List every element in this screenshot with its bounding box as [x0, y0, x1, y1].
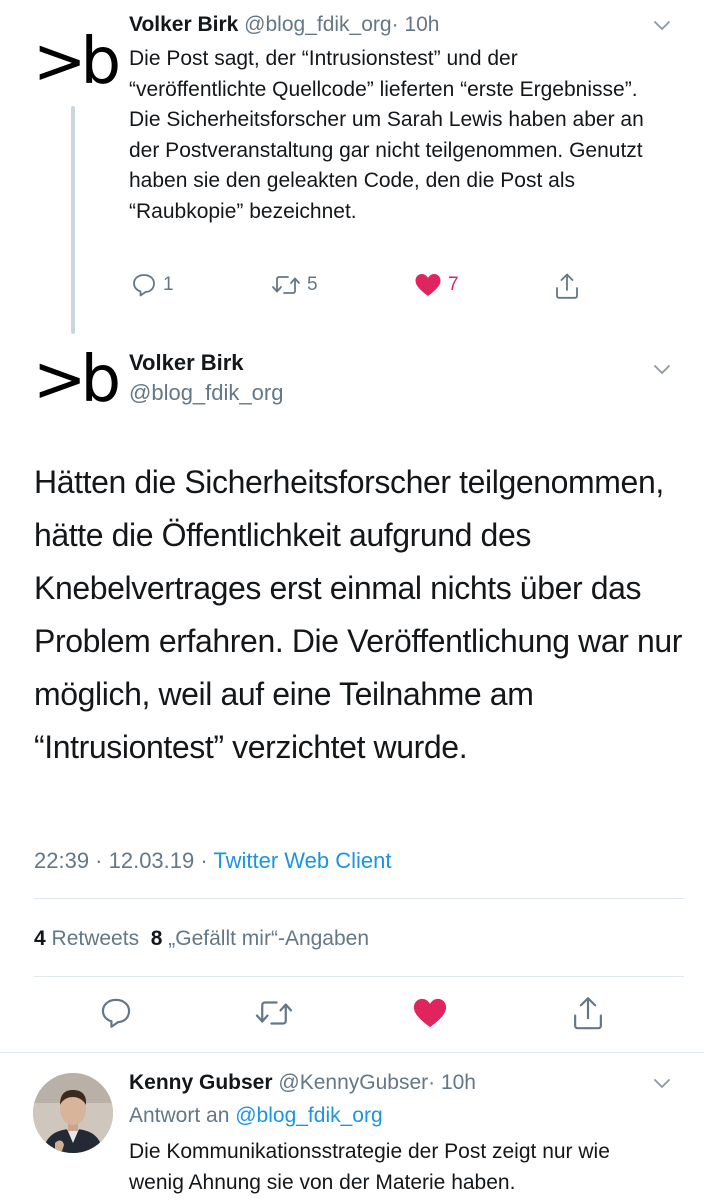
divider — [0, 1052, 704, 1053]
tweet-header: Volker Birk @blog_fdik_org· 10h — [129, 12, 439, 38]
author-name[interactable]: Volker Birk — [129, 350, 244, 376]
likes-count: 8 — [150, 927, 163, 950]
retweet-icon — [255, 1001, 293, 1025]
author-handle[interactable]: @blog_fdik_org — [244, 13, 391, 36]
retweet-count: 5 — [307, 274, 318, 295]
chevron-down-icon[interactable] — [653, 360, 671, 378]
tweet-text: Hätten die Sicherheitsforscher teilgenom… — [34, 464, 683, 765]
retweet-icon — [272, 276, 300, 294]
divider — [34, 976, 684, 977]
retweets-stat[interactable]: 4 Retweets — [34, 927, 139, 950]
avatar[interactable]: >b — [32, 22, 121, 102]
retweets-label: Retweets — [51, 927, 140, 950]
heart-icon — [415, 274, 441, 296]
divider — [34, 898, 684, 899]
reply-count: 1 — [163, 274, 174, 295]
reply-button[interactable]: 1 — [131, 272, 174, 298]
likes-label: „Gefällt mir“-Angaben — [168, 927, 370, 950]
reply-icon — [133, 274, 155, 297]
tweet-meta: 22:39 · 12.03.19 · Twitter Web Client — [34, 848, 392, 874]
tweet-time[interactable]: · 10h — [392, 13, 440, 36]
tweet-timestamp[interactable]: 22:39 · 12.03.19 · — [34, 848, 213, 873]
share-button[interactable] — [553, 272, 581, 300]
share-icon — [574, 997, 602, 1030]
share-icon — [556, 273, 578, 299]
chevron-down-icon[interactable] — [653, 16, 671, 34]
reply-icon — [101, 998, 131, 1028]
author-name[interactable]: Volker Birk — [129, 13, 238, 36]
share-button[interactable] — [568, 993, 608, 1033]
author-handle[interactable]: @blog_fdik_org — [129, 380, 283, 406]
avatar-logo-text: >b — [32, 25, 121, 99]
heart-icon — [413, 998, 447, 1028]
reply-prefix: Antwort an — [129, 1104, 236, 1127]
tweet-actions — [0, 993, 704, 1037]
reply-mention-link[interactable]: @blog_fdik_org — [235, 1104, 382, 1127]
avatar-logo-text: >b — [32, 343, 121, 417]
thread-line — [71, 106, 75, 334]
retweet-button[interactable] — [252, 993, 296, 1033]
reply-context: Antwort an @blog_fdik_org — [129, 1102, 383, 1130]
author-handle[interactable]: @KennyGubser — [278, 1071, 428, 1094]
likes-stat[interactable]: 8 „Gefällt mir“-Angaben — [151, 927, 369, 950]
reply-button[interactable] — [96, 993, 136, 1033]
like-button[interactable]: 7 — [414, 272, 459, 298]
tweet-text: Die Post sagt, der “Intrusionstest” und … — [129, 47, 644, 223]
retweets-count: 4 — [34, 927, 46, 950]
avatar[interactable]: >b — [32, 340, 121, 420]
reply-header: Kenny Gubser @KennyGubser· 10h — [129, 1069, 476, 1097]
like-button[interactable] — [410, 993, 450, 1033]
avatar[interactable] — [33, 1073, 113, 1153]
author-name[interactable]: Kenny Gubser — [129, 1071, 273, 1094]
like-count: 7 — [448, 274, 459, 295]
person-avatar-icon — [33, 1073, 113, 1153]
tweet-text: Die Kommunikationsstrategie der Post zei… — [129, 1140, 610, 1194]
tweet-time[interactable]: · 10h — [428, 1071, 476, 1094]
tweet-source[interactable]: Twitter Web Client — [213, 848, 391, 873]
tweet-stats: 4 Retweets 8 „Gefällt mir“-Angaben — [34, 927, 369, 951]
retweet-button[interactable]: 5 — [271, 272, 318, 298]
chevron-down-icon[interactable] — [653, 1074, 671, 1092]
